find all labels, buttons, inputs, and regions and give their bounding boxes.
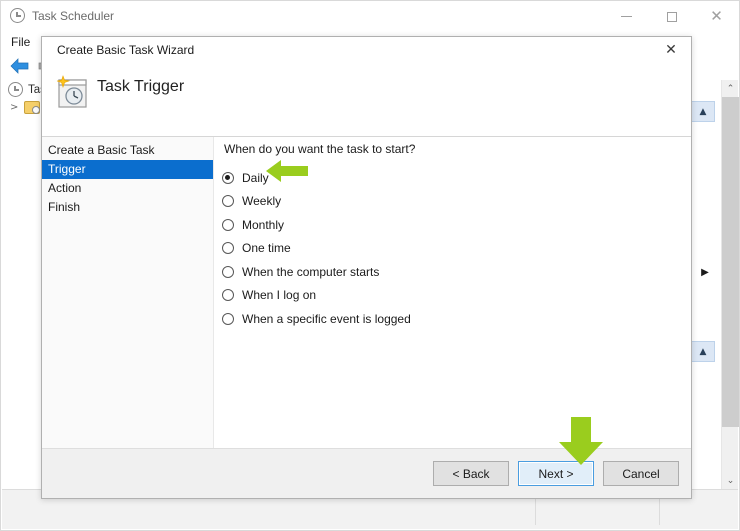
wizard-title: Create Basic Task Wizard xyxy=(57,43,195,57)
clock-icon xyxy=(10,8,25,23)
close-button[interactable]: ✕ xyxy=(694,1,739,32)
wizard-heading: Task Trigger xyxy=(97,78,185,95)
radio-icon-when-a-specific-event-is-logged[interactable] xyxy=(222,312,234,325)
wizard-step-trigger[interactable]: Trigger xyxy=(42,160,213,179)
trigger-prompt-label: When do you want the task to start? xyxy=(224,142,416,156)
radio-option-monthly[interactable]: Monthly xyxy=(222,213,691,237)
radio-icon-daily[interactable] xyxy=(222,171,234,184)
window-title-group: Task Scheduler xyxy=(10,8,114,23)
vertical-scrollbar[interactable]: ⌃ ⌄ xyxy=(721,80,739,489)
folder-clock-icon xyxy=(24,101,40,114)
wizard-step-finish[interactable]: Finish xyxy=(42,198,213,217)
status-divider xyxy=(535,498,536,525)
radio-option-when-a-specific-event-is-logged[interactable]: When a specific event is logged xyxy=(222,307,691,331)
chevron-right-icon[interactable]: > xyxy=(10,102,19,113)
wizard-steps-nav: Create a Basic Task Trigger Action Finis… xyxy=(42,137,214,448)
wizard-header: Task Trigger xyxy=(42,63,691,137)
window-titlebar: Task Scheduler ✕ xyxy=(1,1,739,32)
status-divider xyxy=(659,498,660,525)
collapse-panel-top-button[interactable]: ▲ xyxy=(691,101,715,122)
radio-label-when-i-log-on: When I log on xyxy=(242,288,317,303)
cancel-button[interactable]: Cancel xyxy=(603,461,679,486)
radio-option-weekly[interactable]: Weekly xyxy=(222,190,691,214)
minimize-icon xyxy=(621,16,632,17)
back-arrow-icon[interactable] xyxy=(9,57,31,75)
task-trigger-calendar-clock-icon xyxy=(52,73,92,113)
radio-icon-when-the-computer-starts[interactable] xyxy=(222,265,234,278)
scroll-up-icon[interactable]: ⌃ xyxy=(722,80,739,97)
radio-label-monthly: Monthly xyxy=(242,217,285,232)
wizard-step-create-a-basic-task[interactable]: Create a Basic Task xyxy=(42,141,213,160)
expand-panel-icon[interactable]: ▶ xyxy=(698,263,712,281)
radio-label-when-a-specific-event-is-logged: When a specific event is logged xyxy=(242,311,411,326)
window-controls: ✕ xyxy=(604,1,739,32)
close-icon: ✕ xyxy=(710,7,723,25)
radio-label-one-time: One time xyxy=(242,241,291,256)
wizard-close-icon[interactable]: ✕ xyxy=(655,39,687,61)
radio-icon-one-time[interactable] xyxy=(222,242,234,255)
wizard-body: Create a Basic Task Trigger Action Finis… xyxy=(42,137,691,448)
radio-icon-monthly[interactable] xyxy=(222,218,234,231)
scroll-down-icon[interactable]: ⌄ xyxy=(722,472,739,489)
radio-label-when-the-computer-starts: When the computer starts xyxy=(242,264,380,279)
clock-icon xyxy=(8,82,23,97)
radio-option-when-i-log-on[interactable]: When I log on xyxy=(222,284,691,308)
menu-item-file[interactable]: File xyxy=(11,35,30,49)
maximize-icon xyxy=(666,11,677,22)
back-button[interactable]: < Back xyxy=(433,461,509,486)
window-title: Task Scheduler xyxy=(32,8,115,23)
annotation-arrow-left-icon xyxy=(264,157,310,185)
radio-icon-when-i-log-on[interactable] xyxy=(222,289,234,302)
annotation-arrow-down-icon xyxy=(556,415,606,467)
scrollbar-thumb[interactable] xyxy=(722,97,739,427)
radio-option-when-the-computer-starts[interactable]: When the computer starts xyxy=(222,260,691,284)
wizard-titlebar: Create Basic Task Wizard ✕ xyxy=(42,37,691,63)
minimize-button[interactable] xyxy=(604,1,649,32)
radio-icon-weekly[interactable] xyxy=(222,195,234,208)
radio-option-one-time[interactable]: One time xyxy=(222,237,691,261)
collapse-panel-mid-button[interactable]: ▲ xyxy=(691,341,715,362)
wizard-step-action[interactable]: Action xyxy=(42,179,213,198)
maximize-button[interactable] xyxy=(649,1,694,32)
radio-label-weekly: Weekly xyxy=(242,194,282,209)
